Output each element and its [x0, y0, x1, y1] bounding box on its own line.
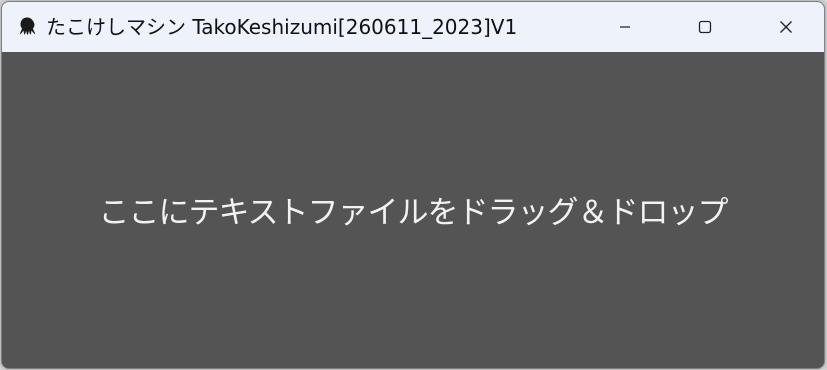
- octopus-icon: [19, 17, 36, 35]
- drop-instruction-text: ここにテキストファイルをドラッグ＆ドロップ: [98, 195, 728, 231]
- maximize-button[interactable]: [677, 2, 733, 52]
- maximize-icon: [698, 20, 712, 34]
- minimize-button[interactable]: [597, 2, 653, 52]
- minimize-icon: [620, 26, 630, 28]
- title-bar[interactable]: たこけしマシン TakoKeshizumi[260611_2023]V1: [2, 2, 824, 52]
- window-title: たこけしマシン TakoKeshizumi[260611_2023]V1: [46, 15, 518, 39]
- file-drop-zone[interactable]: ここにテキストファイルをドラッグ＆ドロップ: [2, 52, 824, 368]
- app-window: たこけしマシン TakoKeshizumi[260611_2023]V1 ここに…: [1, 1, 825, 369]
- close-icon: [780, 21, 792, 33]
- close-button[interactable]: [758, 2, 814, 52]
